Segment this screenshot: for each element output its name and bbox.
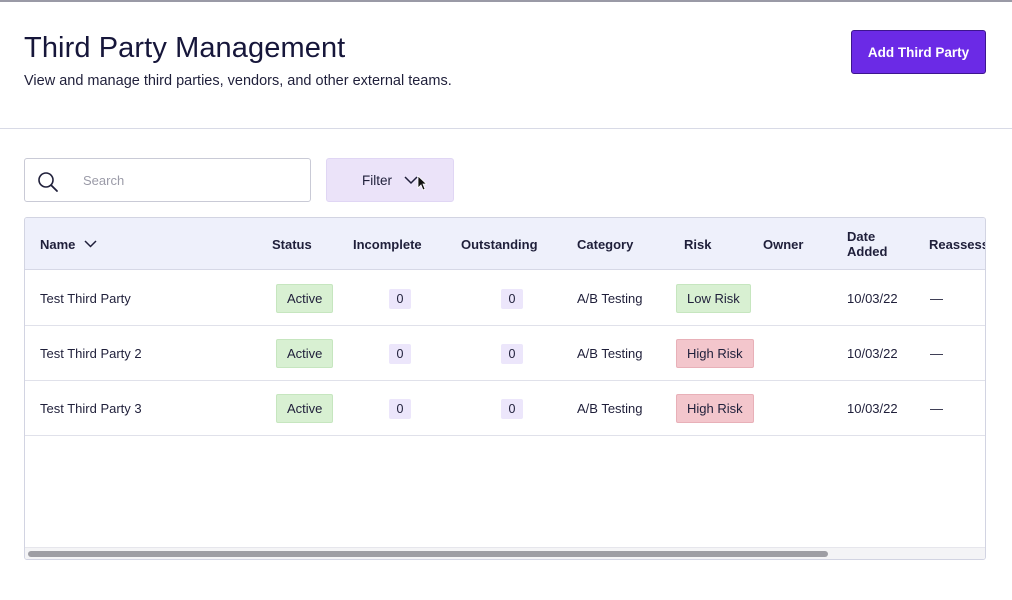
- mouse-cursor-icon: [417, 175, 427, 191]
- search-box[interactable]: [24, 158, 311, 202]
- cell-status: Active: [276, 326, 334, 381]
- chevron-down-icon: [404, 175, 418, 184]
- column-header-outstanding: Outstanding: [461, 236, 538, 252]
- page-header: Third Party Management View and manage t…: [0, 2, 1012, 129]
- cell-status: Active: [276, 271, 334, 326]
- column-header-risk: Risk: [684, 236, 712, 252]
- cell-name[interactable]: Test Third Party 2: [40, 326, 142, 381]
- status-badge: Active: [276, 284, 334, 313]
- risk-badge: High Risk: [676, 339, 754, 368]
- cell-reassessment: —: [930, 401, 943, 416]
- cell-incomplete: 0: [389, 271, 411, 326]
- horizontal-scrollbar[interactable]: [25, 547, 985, 559]
- cell-name[interactable]: Test Third Party: [40, 271, 131, 326]
- cell-reassessment: —: [930, 346, 943, 361]
- table-row[interactable]: Test Third Party Active 0 0 A/B Testing …: [25, 271, 985, 326]
- column-header-status: Status: [272, 236, 312, 252]
- cell-outstanding: 0: [501, 326, 523, 381]
- cell-date-added: 10/03/22: [847, 346, 898, 361]
- cell-category: A/B Testing: [577, 401, 643, 416]
- column-header-incomplete: Incomplete: [353, 236, 422, 252]
- incomplete-count-badge: 0: [389, 343, 411, 364]
- risk-badge: Low Risk: [676, 284, 751, 313]
- cell-name[interactable]: Test Third Party 3: [40, 381, 142, 436]
- third-party-table: Name Status Incomplete Outstanding Categ…: [24, 217, 986, 560]
- cell-outstanding: 0: [501, 271, 523, 326]
- incomplete-count-badge: 0: [389, 398, 411, 419]
- sort-chevron-down-icon[interactable]: [84, 240, 97, 248]
- filter-button[interactable]: Filter: [326, 158, 454, 202]
- column-header-name[interactable]: Name: [40, 218, 97, 270]
- cell-date-added: 10/03/22: [847, 401, 898, 416]
- column-header-reassessment: Reassessm: [929, 236, 985, 252]
- cell-reassessment: —: [930, 291, 943, 306]
- add-third-party-button[interactable]: Add Third Party: [851, 30, 986, 74]
- outstanding-count-badge: 0: [501, 343, 523, 364]
- column-header-label: Name: [40, 236, 76, 252]
- filter-label: Filter: [362, 172, 392, 188]
- cell-incomplete: 0: [389, 326, 411, 381]
- risk-badge: High Risk: [676, 394, 754, 423]
- cell-risk: High Risk: [676, 326, 754, 381]
- cell-date-added: 10/03/22: [847, 291, 898, 306]
- table-row[interactable]: Test Third Party 3 Active 0 0 A/B Testin…: [25, 381, 985, 436]
- outstanding-count-badge: 0: [501, 288, 523, 309]
- column-header-category: Category: [577, 236, 634, 252]
- cell-category: A/B Testing: [577, 291, 643, 306]
- search-icon: [38, 172, 58, 192]
- incomplete-count-badge: 0: [389, 288, 411, 309]
- status-badge: Active: [276, 394, 334, 423]
- page-subtitle: View and manage third parties, vendors, …: [24, 73, 452, 89]
- column-header-date-added: Date Added: [847, 229, 888, 259]
- table-header: Name Status Incomplete Outstanding Categ…: [25, 218, 985, 270]
- search-input[interactable]: [83, 167, 298, 193]
- status-badge: Active: [276, 339, 334, 368]
- page-title: Third Party Management: [24, 32, 346, 64]
- cell-incomplete: 0: [389, 381, 411, 436]
- cell-category: A/B Testing: [577, 346, 643, 361]
- scrollbar-thumb[interactable]: [28, 551, 828, 557]
- cell-status: Active: [276, 381, 334, 436]
- table-row[interactable]: Test Third Party 2 Active 0 0 A/B Testin…: [25, 326, 985, 381]
- outstanding-count-badge: 0: [501, 398, 523, 419]
- cell-outstanding: 0: [501, 381, 523, 436]
- cell-risk: High Risk: [676, 381, 754, 436]
- column-header-owner: Owner: [763, 236, 804, 252]
- cell-risk: Low Risk: [676, 271, 751, 326]
